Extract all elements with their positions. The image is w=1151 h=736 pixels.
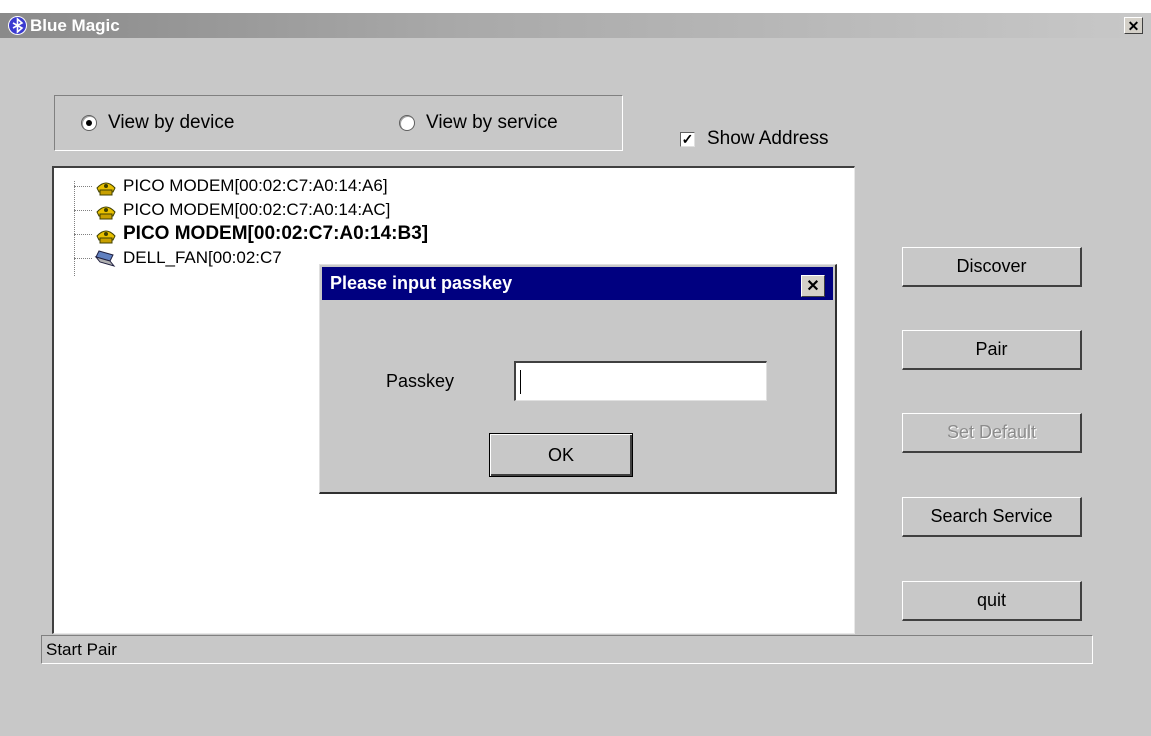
dialog-title: Please input passkey [330, 273, 513, 293]
dialog-close-button[interactable]: ✕ [801, 275, 825, 297]
passkey-dialog: Please input passkey ✕ Passkey OK [319, 264, 837, 494]
text-caret [520, 370, 521, 394]
title-bar[interactable]: Blue Magic ✕ [0, 13, 1151, 38]
radio-unchecked-icon [399, 115, 415, 131]
tree-branch [74, 209, 92, 211]
device-item[interactable]: DELL_FAN[00:02:C7 [74, 246, 282, 270]
view-by-service-radio[interactable]: View by service [399, 112, 558, 134]
modem-icon [96, 182, 116, 196]
modem-icon [96, 206, 116, 220]
checkbox-checked-icon: ✓ [680, 130, 695, 147]
window-title: Blue Magic [30, 16, 120, 35]
search-service-button[interactable]: Search Service [902, 497, 1082, 537]
status-text: Start Pair [46, 640, 117, 659]
modem-icon [96, 230, 116, 244]
view-by-service-label: View by service [426, 112, 558, 133]
close-icon: ✕ [1127, 17, 1140, 34]
device-label: PICO MODEM[00:02:C7:A0:14:A6] [123, 176, 388, 195]
ok-button[interactable]: OK [489, 433, 633, 477]
view-by-device-label: View by device [108, 112, 235, 133]
device-item[interactable]: PICO MODEM[00:02:C7:A0:14:A6] [74, 174, 388, 198]
tree-branch [74, 185, 92, 187]
quit-button[interactable]: quit [902, 581, 1082, 621]
device-label: PICO MODEM[00:02:C7:A0:14:B3] [123, 223, 429, 244]
window-close-button[interactable]: ✕ [1124, 17, 1143, 34]
view-mode-group: View by device View by service [54, 95, 623, 151]
show-address-label: Show Address [707, 128, 829, 149]
passkey-input[interactable] [514, 361, 767, 401]
set-default-button[interactable]: Set Default [902, 413, 1082, 453]
show-address-checkbox[interactable]: ✓ Show Address [680, 128, 828, 150]
radio-checked-icon [81, 115, 97, 131]
close-icon: ✕ [806, 278, 820, 295]
dialog-title-bar[interactable]: Please input passkey ✕ [322, 267, 833, 300]
main-window: Blue Magic ✕ View by device View by serv… [0, 13, 1151, 736]
tree-branch [74, 233, 92, 235]
pair-button[interactable]: Pair [902, 330, 1082, 370]
device-item[interactable]: PICO MODEM[00:02:C7:A0:14:AC] [74, 198, 390, 222]
passkey-label: Passkey [386, 371, 455, 391]
tree-branch [74, 257, 92, 259]
view-by-device-radio[interactable]: View by device [81, 112, 234, 134]
laptop-icon [94, 250, 116, 267]
device-label: DELL_FAN[00:02:C7 [123, 248, 282, 267]
status-bar: Start Pair [41, 635, 1093, 664]
device-item-selected[interactable]: PICO MODEM[00:02:C7:A0:14:B3] [74, 222, 428, 246]
bluetooth-app-icon [8, 16, 27, 35]
discover-button[interactable]: Discover [902, 247, 1082, 287]
device-label: PICO MODEM[00:02:C7:A0:14:AC] [123, 200, 391, 219]
